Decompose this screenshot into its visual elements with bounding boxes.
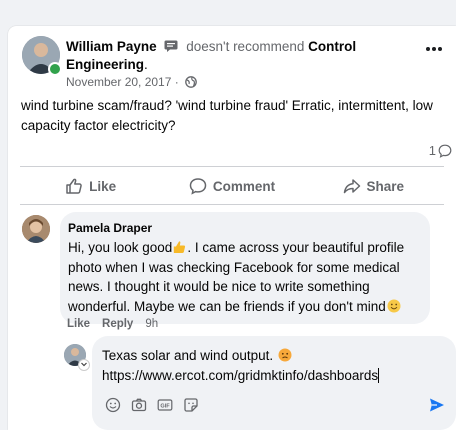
composer-line2: https://www.ercot.com/gridmktinfo/dashbo… (102, 367, 379, 383)
commenter-name[interactable]: Pamela Draper (68, 220, 420, 236)
post-card: William Payne doesn't recommend Control … (8, 26, 456, 430)
comment-label: Comment (212, 178, 276, 194)
divider-bottom (20, 204, 444, 205)
post-body: wind turbine scam/fraud? 'wind turbine f… (21, 98, 433, 133)
text-cursor (378, 367, 380, 383)
comment-composer[interactable]: Texas solar and wind output. https://www… (92, 336, 456, 430)
divider-top (20, 166, 444, 167)
more-options-button[interactable] (422, 40, 446, 56)
comment-text: Hi, you look good. I came across your be… (68, 238, 420, 316)
send-button[interactable] (426, 394, 448, 416)
comment-bubble-icon (438, 144, 452, 158)
worried-emoji-icon (278, 348, 292, 362)
recommend-verb: doesn't recommend (186, 39, 305, 54)
thumbs-up-icon (66, 178, 82, 194)
target-suffix: . (144, 57, 148, 72)
share-icon (343, 179, 360, 194)
comment-text-part1: Hi, you look good (68, 240, 173, 255)
thumbs-up-emoji-icon (173, 240, 187, 254)
comment-count-value: 1 (428, 143, 436, 158)
composer-input[interactable]: Texas solar and wind output. https://www… (102, 346, 442, 385)
composer-tools: GIF (104, 396, 200, 414)
post-actions: Like Comment Share (20, 168, 444, 204)
comment-reply-button[interactable]: Reply (102, 318, 133, 330)
svg-text:GIF: GIF (160, 404, 170, 410)
post-meta: November 20, 2017 · (66, 74, 197, 92)
author-name[interactable]: William Payne (66, 39, 157, 54)
emoji-picker-icon[interactable] (104, 396, 122, 414)
comment-icon (189, 178, 207, 195)
commenter-avatar[interactable] (22, 215, 50, 243)
send-icon (430, 398, 444, 412)
online-status-dot (48, 62, 62, 76)
camera-icon[interactable] (130, 396, 148, 414)
sticker-icon[interactable] (182, 396, 200, 414)
comment-count[interactable]: 1 (429, 143, 452, 158)
comment-like-button[interactable]: Like (67, 318, 90, 330)
comment-bubble: Pamela Draper Hi, you look good. I came … (60, 212, 430, 324)
comment-button[interactable]: Comment (161, 177, 302, 195)
comment-actions: Like Reply 9h (67, 318, 158, 330)
composer-line1: Texas solar and wind output. (102, 348, 274, 363)
review-icon (164, 39, 178, 52)
meta-separator: · (174, 75, 179, 89)
share-label: Share (366, 178, 405, 194)
post-header: William Payne doesn't recommend Control … (66, 38, 396, 74)
globe-icon (185, 76, 197, 92)
gif-icon[interactable]: GIF (156, 396, 174, 414)
share-button[interactable]: Share (303, 177, 444, 195)
smile-emoji-icon (387, 299, 401, 313)
chevron-down-icon[interactable] (78, 359, 90, 371)
like-button[interactable]: Like (20, 177, 161, 195)
comment-time[interactable]: 9h (145, 318, 158, 330)
post-date[interactable]: November 20, 2017 (66, 75, 171, 89)
like-label: Like (89, 178, 117, 194)
